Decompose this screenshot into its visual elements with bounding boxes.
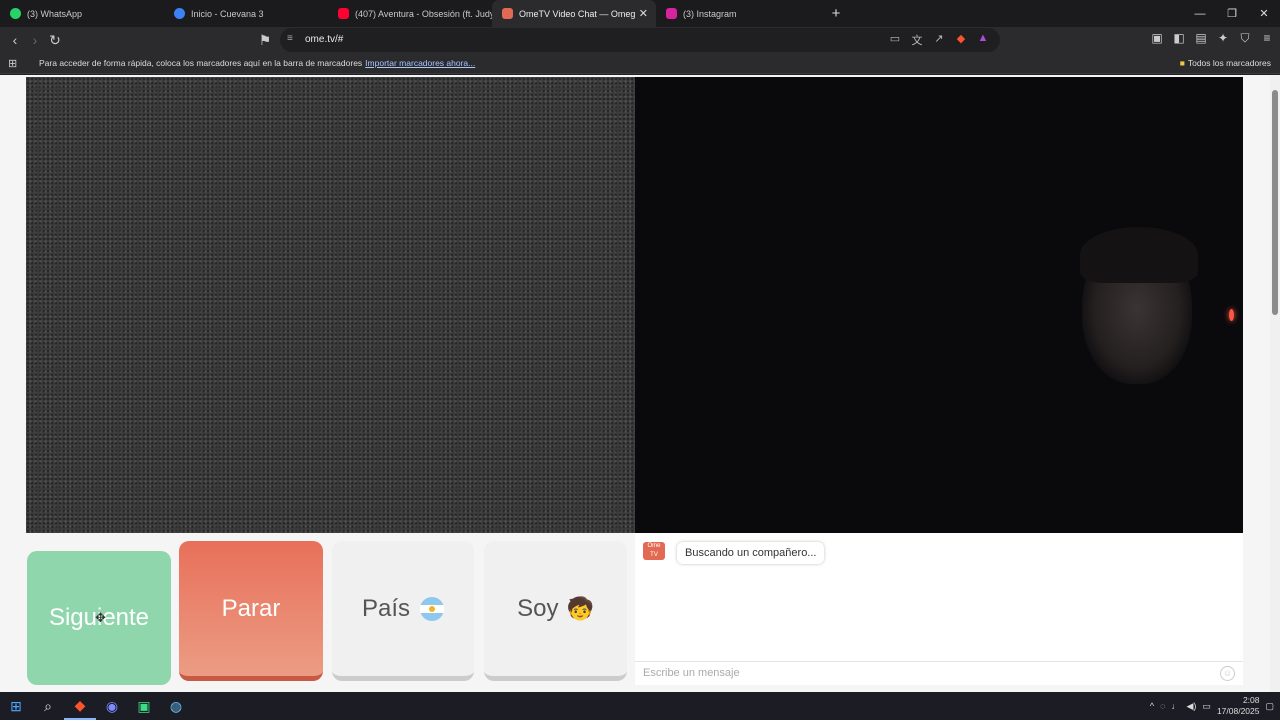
tab-cuevana[interactable]: Inicio - Cuevana 3 [164, 0, 328, 27]
translate-icon[interactable]: 文 [910, 32, 924, 48]
chat-input[interactable] [635, 662, 1195, 684]
youtube-icon [338, 8, 349, 19]
close-window-icon[interactable]: ✕ [1248, 0, 1280, 27]
minimize-icon[interactable]: — [1184, 0, 1216, 27]
tab-ometv[interactable]: OmeTV Video Chat — Omeg ✕ [492, 0, 656, 27]
wallet-icon[interactable]: ▤ [1194, 31, 1208, 46]
partner-video [26, 77, 635, 533]
tab-label: (407) Aventura - Obsesión (ft. Judy Sa [355, 8, 492, 19]
chat-panel: Ome TV Buscando un compañero... ☺ [635, 533, 1243, 685]
microphone-icon[interactable]: ♩ [1172, 701, 1181, 711]
vpn-icon[interactable]: ⛉ [1238, 31, 1252, 46]
bookmark-icon[interactable]: ⚑ [256, 31, 274, 49]
sidebar-icon[interactable]: ◧ [1172, 31, 1186, 46]
mouse-cursor-icon: ✥ [95, 610, 106, 625]
bookmarks-bar: ⊞ Para acceder de forma rápida, coloca l… [0, 53, 1280, 74]
emoji-icon[interactable]: ☺ [1220, 666, 1235, 681]
folder-icon: ■ [1179, 58, 1185, 68]
chat-input-area: ☺ [635, 661, 1243, 685]
boy-emoji-icon: 🧒 [566, 595, 594, 621]
back-button[interactable]: ‹ [6, 31, 24, 49]
discord-icon[interactable]: ◉ [96, 692, 128, 720]
tab-label: (3) WhatsApp [27, 8, 83, 19]
self-video [635, 77, 1243, 533]
status-message: Buscando un compañero... [677, 542, 825, 564]
cast-icon[interactable]: ▭ [888, 32, 902, 48]
stop-button[interactable]: Parar [179, 541, 323, 681]
apps-grid-icon[interactable]: ⊞ [8, 57, 17, 70]
clock[interactable]: 2:08 17/08/2025 [1217, 695, 1260, 717]
forward-button[interactable]: › [26, 31, 44, 49]
brave-rewards-icon[interactable]: ▲ [976, 32, 990, 48]
battery-icon[interactable]: ▭ [1202, 701, 1211, 712]
tab-youtube[interactable]: (407) Aventura - Obsesión (ft. Judy Sa [328, 0, 492, 27]
gender-button[interactable]: Soy 🧒 [484, 541, 627, 681]
tab-whatsapp[interactable]: (3) WhatsApp [0, 0, 164, 27]
red-light [1229, 309, 1234, 321]
new-tab-button[interactable]: + [826, 5, 846, 22]
scrollbar-thumb[interactable] [1272, 90, 1278, 315]
url-text[interactable]: ome.tv/# [305, 34, 343, 45]
leo-ai-icon[interactable]: ✦ [1216, 31, 1230, 46]
omnibox-icons: ▭ 文 ↗ ◆ ▲ [888, 32, 990, 48]
network-icon[interactable]: ◌ [1160, 701, 1165, 711]
close-tab-icon[interactable]: ✕ [639, 7, 648, 20]
import-bookmarks-link[interactable]: Importar marcadores ahora... [365, 58, 475, 68]
search-icon[interactable]: ⌕ [32, 692, 64, 720]
argentina-flag-icon [420, 596, 445, 621]
ometv-icon [502, 8, 513, 19]
share-icon[interactable]: ↗ [932, 32, 946, 48]
tab-instagram[interactable]: (3) Instagram [656, 0, 820, 27]
country-button[interactable]: País [332, 541, 474, 681]
windows-taskbar: ⊞ ⌕ ◆ ◉ ▣ ◍ ^ ◌ ♩ ◀) ▭ 2:08 17/08/2025 ▢ [0, 692, 1280, 720]
notifications-icon[interactable]: ▢ [1265, 701, 1274, 712]
system-tray: ^ ◌ ♩ ◀) ▭ 2:08 17/08/2025 ▢ [1150, 692, 1274, 720]
user-hair [1080, 227, 1198, 283]
windows-start-icon[interactable]: ⊞ [0, 692, 32, 720]
reload-button[interactable]: ↻ [46, 31, 64, 49]
volume-icon[interactable]: ◀) [1187, 701, 1197, 712]
brave-shields-icon[interactable]: ◆ [954, 32, 968, 48]
cuevana-icon [174, 8, 185, 19]
window-controls: — ❐ ✕ [1184, 0, 1280, 27]
all-bookmarks-button[interactable]: ■ Todos los marcadores [1180, 58, 1271, 68]
ometv-page: Siguiente Parar País Soy 🧒 Ome TV Buscan… [0, 75, 1280, 692]
menu-icon[interactable]: ≡ [1260, 31, 1274, 46]
app-icon[interactable]: ▣ [128, 692, 160, 720]
tab-label: OmeTV Video Chat — Omeg [519, 8, 636, 19]
media-icon[interactable]: ▣ [1150, 31, 1164, 46]
restore-icon[interactable]: ❐ [1216, 0, 1248, 27]
steam-icon[interactable]: ◍ [160, 692, 192, 720]
tab-bar: (3) WhatsApp Inicio - Cuevana 3 (407) Av… [0, 0, 1280, 27]
tab-label: Inicio - Cuevana 3 [191, 8, 264, 19]
browser-toolbar: ‹ › ↻ ⚑ ≡ ome.tv/# ▭ 文 ↗ ◆ ▲ ▣ ◧ ▤ ✦ ⛉ ≡ [0, 27, 1280, 53]
chevron-up-icon[interactable]: ^ [1150, 701, 1154, 711]
site-info-icon[interactable]: ≡ [287, 33, 293, 44]
brave-browser-icon[interactable]: ◆ [64, 692, 96, 720]
tab-label: (3) Instagram [683, 8, 737, 19]
address-bar[interactable]: ≡ ome.tv/# ▭ 文 ↗ ◆ ▲ [280, 28, 1000, 52]
ometv-logo: Ome TV [643, 542, 665, 560]
bookmarks-message: Para acceder de forma rápida, coloca los… [39, 58, 476, 68]
instagram-icon [666, 8, 677, 19]
right-toolbar: ▣ ◧ ▤ ✦ ⛉ ≡ [1150, 31, 1274, 46]
whatsapp-icon [10, 8, 21, 19]
